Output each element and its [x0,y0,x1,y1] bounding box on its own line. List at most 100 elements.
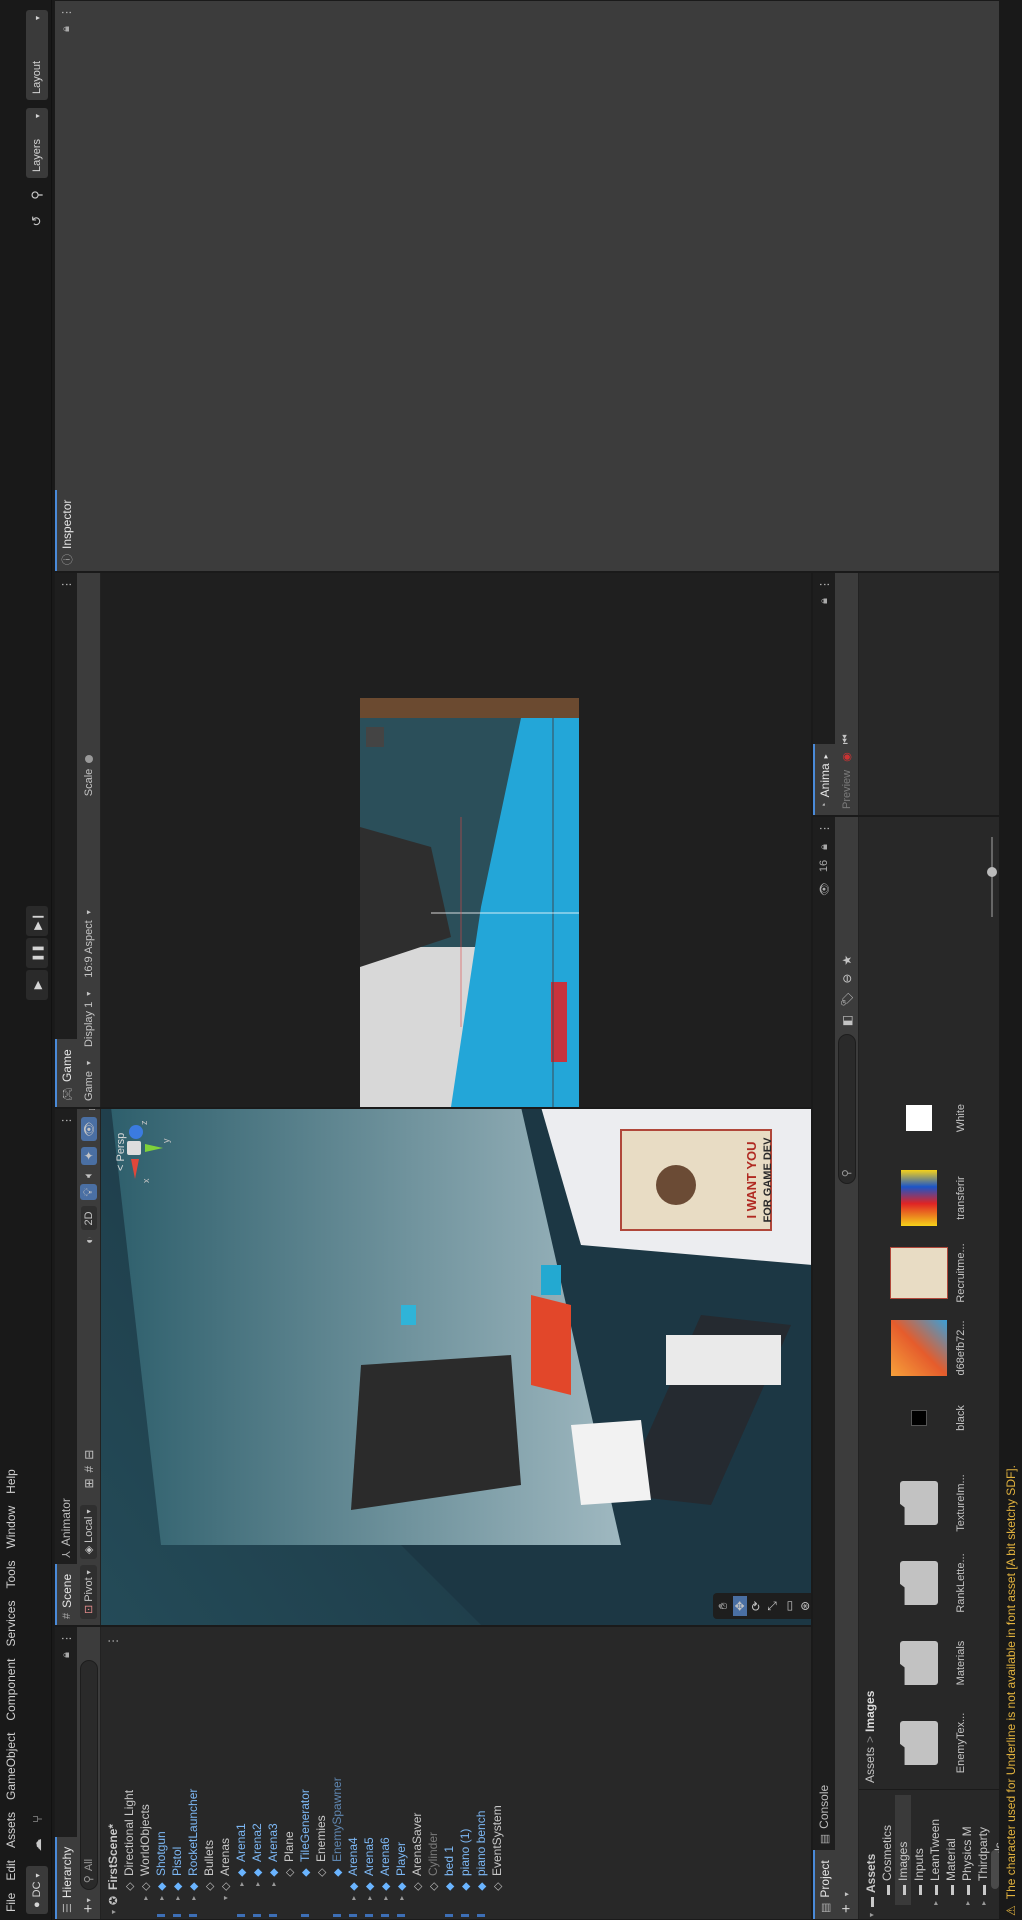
hand-tool-icon[interactable]: ✋︎ [716,1603,731,1610]
hidden-packages-icon[interactable]: 👁︎ [818,882,831,896]
more-options-icon[interactable]: ⋮ [60,573,77,590]
pause-button[interactable]: ❚❚ [26,938,48,968]
tab-hierarchy[interactable]: ☰ Hierarchy [55,1836,77,1919]
tab-animation[interactable]: ◔ Anima ▸ [813,744,835,815]
hierarchy-item[interactable]: ◇ ArenaSaver [409,1626,425,1903]
expand-arrow-icon[interactable]: ▸ [381,1893,390,1903]
asset-item[interactable]: TextureIm... [889,1463,967,1543]
expand-arrow-icon[interactable]: ▾ [867,1907,876,1917]
expand-arrow-icon[interactable]: ▾ [221,1893,230,1903]
hierarchy-item[interactable]: ◇ Cylinder [425,1626,441,1903]
hierarchy-item[interactable]: ▾ ◇ Arenas [217,1626,233,1903]
step-button[interactable]: ▶❙ [26,906,48,936]
zoom-slider[interactable] [987,837,997,917]
orientation-gizmo[interactable]: x y z < Persp [115,1115,175,1185]
expand-arrow-icon[interactable]: ▸ [157,1893,166,1903]
camera-settings-icon[interactable]: 🎥︎ [82,1108,96,1111]
lighting-toggle-icon[interactable]: 💡︎ [80,1183,97,1201]
hierarchy-item[interactable]: ◆ piano (1) [457,1626,473,1917]
tab-project[interactable]: ▤ Project [813,1850,835,1919]
expand-arrow-icon[interactable]: ▸ [141,1893,150,1903]
menu-assets[interactable]: Assets [4,1804,18,1852]
move-tool-icon[interactable]: ✥ [733,1596,747,1616]
history-icon[interactable]: ↺ [28,212,46,230]
hierarchy-item[interactable]: ▸ ◆ Shotgun [153,1626,169,1917]
version-control-icon[interactable]: ⑂ [28,1810,46,1828]
hierarchy-item[interactable]: ▸ ◆ Arena6 [377,1626,393,1917]
project-search-input[interactable]: ⚲ [837,1034,856,1185]
project-folder-item[interactable]: ▬ Images [895,1795,911,1905]
account-button[interactable]: ● DC ▾ [26,1866,48,1914]
hierarchy-item[interactable]: ▸ ◆ Arena3 [265,1626,281,1917]
asset-item[interactable]: White [889,1078,967,1158]
menu-gameobject[interactable]: GameObject [4,1725,18,1804]
filter-by-status-icon[interactable]: ⊖ [840,974,854,984]
hierarchy-item[interactable]: ◆ EnemySpawner [329,1626,345,1917]
aspect-dropdown[interactable]: 16:9 Aspect ▾ [83,910,95,978]
hierarchy-item[interactable]: ◇ Enemies [313,1626,329,1889]
first-frame-icon[interactable]: ⏮︎ [840,734,853,744]
expand-arrow-icon[interactable]: ▸ [963,1895,972,1905]
collapse-arrow-icon[interactable]: ▾ [109,1907,118,1917]
hierarchy-item[interactable]: ◇ Plane [281,1626,297,1889]
expand-arrow-icon[interactable]: ▸ [397,1893,406,1903]
project-folder-item[interactable]: ▸ ▬ Physics M [959,1826,975,1905]
expand-arrow-icon[interactable]: ▸ [979,1895,988,1905]
hierarchy-item[interactable]: ▸ ◆ Arena2 [249,1626,265,1917]
scene-root-row[interactable]: ▾ ✪ FirstScene* ⋮ [105,1635,121,1917]
hierarchy-item[interactable]: ◆ piano bench [473,1626,489,1917]
hierarchy-item[interactable]: ▸ ◆ Arena5 [361,1626,377,1917]
project-folder-item[interactable]: ▬ Material [943,1838,959,1905]
asset-item[interactable]: Recruitme... [889,1233,967,1313]
expand-arrow-icon[interactable]: ▸ [237,1879,246,1889]
menu-services[interactable]: Services [4,1593,18,1651]
asset-item[interactable]: Materials [889,1623,967,1703]
expand-arrow-icon[interactable]: ▸ [269,1879,278,1889]
project-folder-item[interactable]: ▬ Cosmetics [879,1825,895,1905]
add-button[interactable]: + [838,1904,855,1913]
tab-scene[interactable]: # Scene [55,1563,77,1625]
menu-help[interactable]: Help [4,1461,18,1498]
grid-snap-icon[interactable]: ⊞ [82,1478,96,1488]
asset-item[interactable]: transferir [889,1158,967,1238]
effects-toggle-icon[interactable]: ✦ [80,1146,97,1165]
project-folder-item[interactable]: ▾ ▬ Assets [863,1854,879,1917]
tab-animator[interactable]: ⅄ Animator [55,1488,77,1564]
preview-label[interactable]: Preview [841,770,853,809]
more-options-icon[interactable]: ⋮ [818,823,831,834]
breadcrumb-root[interactable]: Assets [863,1747,877,1783]
lock-icon[interactable]: 🔒︎ [60,1652,73,1658]
more-options-icon[interactable]: ⋮ [106,1635,120,1647]
cloud-icon[interactable]: ☁ [28,1836,46,1854]
local-dropdown[interactable]: ◈ Local ▾ [80,1504,97,1560]
asset-item[interactable]: EnemyTex... [889,1703,967,1783]
more-options-icon[interactable]: ⋮ [60,1633,73,1644]
scale-slider[interactable]: Scale [83,754,95,796]
project-folder-item[interactable]: ▸ ▬ Thirdparty [975,1827,991,1905]
expand-arrow-icon[interactable]: ▸ [189,1893,198,1903]
display-dropdown[interactable]: Display 1 ▾ [83,992,95,1047]
expand-arrow-icon[interactable]: ▸ [931,1895,940,1905]
hierarchy-item[interactable]: ◇ Bullets [201,1626,217,1903]
scene-viewport[interactable]: I WANT YOU FOR GAME DEV ✋︎ ✥ ⟳ ⤡ ▭ ⊛ x y… [101,1109,811,1625]
hierarchy-item[interactable]: ◇ Directional Light [121,1626,137,1903]
layers-dropdown[interactable]: Layers ▾ [26,108,48,178]
tab-game[interactable]: 🎮︎ Game [55,1039,77,1107]
asset-item[interactable]: black [889,1378,967,1458]
menu-window[interactable]: Window [4,1498,18,1553]
breadcrumb-current[interactable]: Images [863,1691,877,1732]
add-button[interactable]: + [80,1904,97,1913]
more-options-icon[interactable]: ⋮ [60,7,73,18]
grid-visibility-icon[interactable]: # [82,1466,96,1473]
hierarchy-item[interactable]: ▸ ◆ Arena1 [233,1626,249,1917]
menu-file[interactable]: File [4,1885,18,1916]
lock-icon[interactable]: 🔒︎ [818,844,831,850]
hierarchy-item[interactable]: ◆ bed 1 [441,1626,457,1917]
tab-console[interactable]: ▤ Console [813,1774,835,1851]
hierarchy-item[interactable]: ▸ ◆ Player [393,1626,409,1917]
menu-component[interactable]: Component [4,1651,18,1725]
hierarchy-item[interactable]: ◆ TileGenerator [297,1626,313,1917]
lock-icon[interactable]: 🔒︎ [60,26,73,32]
project-folder-item[interactable]: ▸ ▬ LeanTween [927,1819,943,1905]
project-folder-item[interactable]: ▬ Inputs [911,1848,927,1905]
